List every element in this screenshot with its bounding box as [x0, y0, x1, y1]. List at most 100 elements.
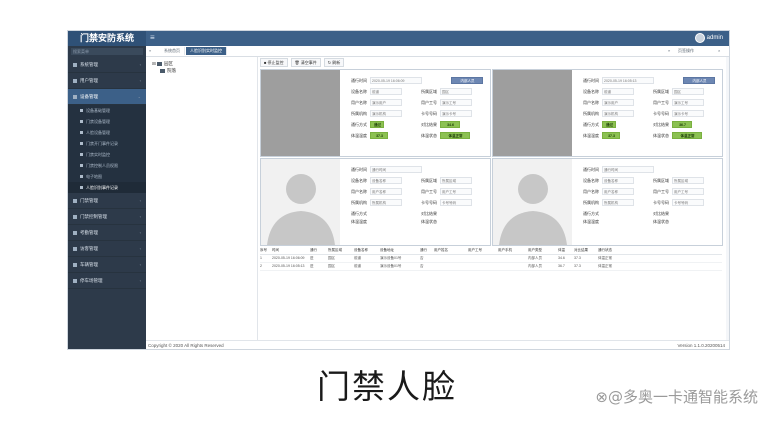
- refresh-button[interactable]: ↻ 刷新: [323, 58, 345, 67]
- field-label: 用户工号: [653, 100, 669, 105]
- tree-node-child[interactable]: 院落: [146, 67, 257, 74]
- sidebar-item-vehicles[interactable]: 车辆管理 ‹: [68, 257, 146, 273]
- parking-icon: [73, 278, 77, 283]
- column-header[interactable]: 所属区域: [328, 247, 354, 254]
- table-row[interactable]: 1 2020-05-19 16:06:09 进 园区 前道 演示设备01号 否 内部人员 34.…: [260, 255, 722, 263]
- table-cell: 内部人员: [528, 264, 542, 268]
- submenu-item[interactable]: 门禁设备管理: [68, 116, 146, 127]
- field-value: 演示用户: [370, 99, 402, 106]
- tab-scroll-right-icon[interactable]: »: [668, 47, 670, 55]
- table-cell: [434, 255, 468, 262]
- bullet-icon: [80, 109, 83, 113]
- field-label: 通行时间: [583, 167, 599, 172]
- submenu-item[interactable]: 门禁开门事件记录: [68, 138, 146, 149]
- visitor-icon: [73, 246, 77, 251]
- button-label: 停止监控: [267, 60, 284, 65]
- column-header[interactable]: 用户类型: [528, 247, 558, 254]
- tree-node-root[interactable]: ⊟ 园区: [146, 60, 257, 67]
- table-cell: [468, 263, 498, 270]
- menu-toggle-icon[interactable]: ≡: [150, 33, 155, 42]
- settings-icon: [73, 62, 77, 67]
- submenu-item-face-events[interactable]: 人脸识别事件记录: [68, 182, 146, 193]
- field-value: 体温正常: [672, 132, 702, 139]
- submenu-item[interactable]: 电子地图: [68, 171, 146, 182]
- column-header[interactable]: 时间: [272, 247, 310, 254]
- tab-operations-menu[interactable]: 页签操作: [678, 47, 694, 55]
- tab-face-monitor[interactable]: 人脸识别实时监控: [186, 47, 227, 55]
- sidebar-item-access[interactable]: 门禁管理 ‹: [68, 193, 146, 209]
- stop-monitor-button[interactable]: ■ 停止监控: [260, 58, 288, 67]
- submenu-item[interactable]: 门禁控制人员权限: [68, 160, 146, 171]
- field-value: 设备名称: [370, 177, 402, 184]
- button-label: 清空事件: [300, 60, 317, 65]
- bullet-icon: [80, 131, 83, 135]
- sidebar-search-input[interactable]: 搜索菜单: [71, 48, 143, 55]
- field-value: 用户工号: [672, 188, 704, 195]
- collapse-icon[interactable]: ⊟: [152, 61, 156, 66]
- field-value: 37.3: [602, 132, 620, 139]
- column-header[interactable]: 体温: [558, 247, 574, 254]
- field-value: 所属区域: [440, 177, 472, 184]
- field-value: 演示卡号: [672, 110, 704, 117]
- field-label: 对比结果: [421, 122, 437, 127]
- field-value: 园区: [672, 88, 704, 95]
- sidebar-item-users[interactable]: 用户管理 ‹: [68, 73, 146, 89]
- submenu-item[interactable]: 设备基础管理: [68, 105, 146, 116]
- sidebar-item-label: 用户管理: [80, 78, 98, 83]
- table-cell: 2020-05-19 16:05:13: [272, 264, 305, 268]
- user-menu[interactable]: admin: [694, 33, 723, 43]
- chevron-icon: ‹: [139, 230, 141, 235]
- submenu-item[interactable]: 门禁实时监控: [68, 149, 146, 160]
- column-header[interactable]: 用户手机: [498, 247, 528, 254]
- chevron-icon: ‹: [139, 246, 141, 251]
- column-header[interactable]: 用户工号: [468, 247, 498, 254]
- column-header[interactable]: 序号: [260, 247, 272, 254]
- submenu-label: 门禁设备管理: [86, 119, 110, 124]
- sidebar-item-label: 门禁管理: [80, 198, 98, 203]
- table-cell: 体温正常: [598, 256, 612, 260]
- table-cell: 前道: [354, 256, 361, 260]
- table-cell: 37.3: [574, 264, 581, 268]
- table-cell: 36.7: [558, 264, 565, 268]
- table-cell: 园区: [328, 256, 335, 260]
- table-cell: 1: [260, 256, 262, 260]
- tab-bar: « 系统首页 人脸识别实时监控 » 页签操作 ×: [146, 46, 729, 57]
- close-icon[interactable]: ×: [718, 47, 720, 55]
- tab-home[interactable]: 系统首页: [160, 47, 185, 55]
- user-icon: [73, 78, 77, 83]
- column-header[interactable]: 通行状态: [598, 247, 624, 254]
- tab-scroll-left-icon[interactable]: «: [149, 47, 151, 55]
- car-icon: [73, 262, 77, 267]
- field-label: 所属区域: [653, 89, 669, 94]
- sidebar-item-label: 车辆管理: [80, 262, 98, 267]
- sidebar-item-attendance[interactable]: 考勤管理 ‹: [68, 225, 146, 241]
- sidebar-item-visitors[interactable]: 访客管理 ‹: [68, 241, 146, 257]
- table-cell: 进: [310, 256, 314, 260]
- field-label: 卡号号码: [421, 111, 437, 116]
- column-header[interactable]: 用户姓名: [434, 247, 468, 254]
- field-value: 所属区域: [672, 177, 704, 184]
- app-window: 门禁安防系统 ≡ admin 搜索菜单 系统管理 ‹ 用户管理 ‹ 设备管理 ⌄ 设备…: [67, 30, 730, 350]
- avatar: [694, 33, 705, 43]
- column-header[interactable]: 设备名称: [354, 247, 380, 254]
- submenu-item[interactable]: 人脸设备管理: [68, 127, 146, 138]
- clear-events-button[interactable]: 🗑 清空事件: [290, 58, 321, 67]
- sidebar-item-parking[interactable]: 停车场管理 ‹: [68, 273, 146, 289]
- sidebar-item-access-control[interactable]: 门禁控制管理 ‹: [68, 209, 146, 225]
- field-value: 演示工号: [440, 99, 472, 106]
- table-cell: 2020-05-19 16:06:09: [272, 256, 305, 260]
- field-label: 对比结果: [653, 122, 669, 127]
- column-header[interactable]: 通行: [420, 247, 434, 254]
- column-header[interactable]: 对比结果: [574, 247, 598, 254]
- watermark: ⊗@多奥一卡通智能系统: [595, 388, 758, 406]
- sidebar-item-system[interactable]: 系统管理 ‹: [68, 57, 146, 73]
- chevron-down-icon: ⌄: [137, 94, 141, 99]
- field-value: 通过: [370, 121, 384, 128]
- column-header[interactable]: 通行: [310, 247, 328, 254]
- sidebar-item-devices[interactable]: 设备管理 ⌄: [68, 89, 146, 105]
- table-cell: [434, 263, 468, 270]
- column-header[interactable]: 设备地址: [380, 247, 420, 254]
- field-label: 体温温度: [583, 219, 599, 224]
- field-label: 通行时间: [351, 78, 367, 83]
- table-row[interactable]: 2 2020-05-19 16:05:13 进 园区 前道 演示设备01号 否 内部人员 36.…: [260, 263, 722, 271]
